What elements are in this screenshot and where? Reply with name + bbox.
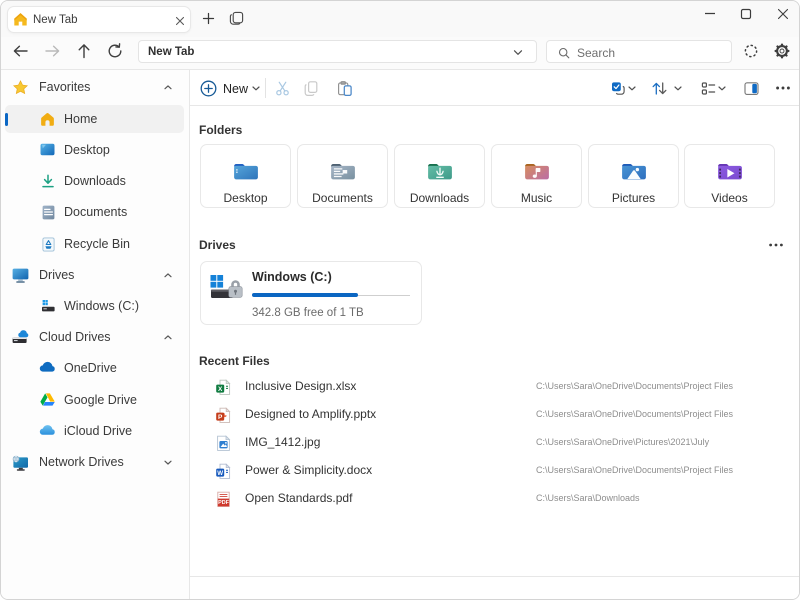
svg-text:W: W	[217, 470, 223, 477]
svg-text:P: P	[218, 414, 223, 421]
svg-text:X: X	[218, 386, 223, 393]
svg-text:PDF: PDF	[218, 500, 229, 506]
